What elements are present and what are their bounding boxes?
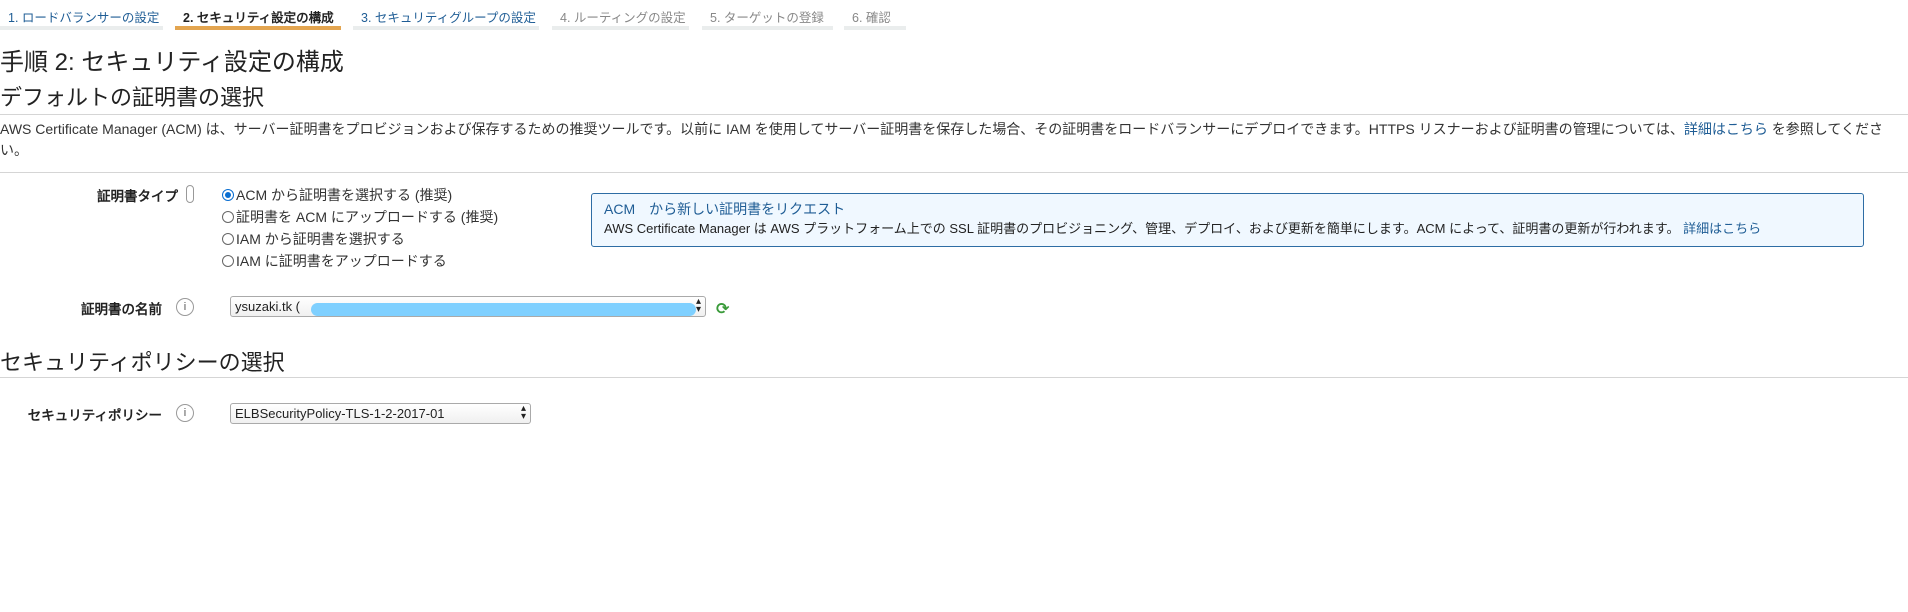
request-cert-link[interactable]: ACM から新しい証明書をリクエスト: [604, 199, 1851, 219]
select-value: ysuzaki.tk (: [235, 299, 301, 314]
radio-label: ACM から証明書を選択する (推奨): [236, 187, 453, 203]
tab-step-5: 5. ターゲットの登録: [702, 0, 833, 30]
radio-acm-upload[interactable]: 証明書を ACM にアップロードする (推奨): [222, 207, 498, 227]
page-title: 手順 2: セキュリティ設定の構成: [0, 49, 344, 76]
info-learn-more-link[interactable]: 詳細はこちら: [1683, 221, 1761, 236]
radio-button[interactable]: [222, 189, 234, 201]
redaction-mark: [311, 303, 696, 316]
refresh-icon[interactable]: ⟳: [716, 299, 729, 319]
tab-step-6: 6. 確認: [844, 0, 906, 30]
info-box-text: AWS Certificate Manager は AWS プラットフォーム上で…: [604, 219, 1851, 239]
radio-label: IAM から証明書を選択する: [236, 231, 405, 247]
desc-text: AWS Certificate Manager (ACM) は、サーバー証明書を…: [0, 121, 1684, 137]
info-icon[interactable]: i: [176, 404, 194, 422]
radio-acm-select[interactable]: ACM から証明書を選択する (推奨): [222, 185, 452, 205]
radio-button[interactable]: [222, 233, 234, 245]
tab-step-4: 4. ルーティングの設定: [552, 0, 689, 30]
tab-step-2[interactable]: 2. セキュリティ設定の構成: [175, 0, 341, 30]
info-text: AWS Certificate Manager は AWS プラットフォーム上で…: [604, 221, 1680, 236]
radio-label: 証明書を ACM にアップロードする (推奨): [236, 209, 499, 225]
cert-name-label: 証明書の名前: [81, 302, 162, 317]
cert-type-label: 証明書タイプ: [97, 189, 178, 204]
acm-request-info-box: ACM から新しい証明書をリクエスト AWS Certificate Manag…: [591, 193, 1864, 247]
divider: [0, 377, 1908, 378]
security-policy-select[interactable]: ELBSecurityPolicy-TLS-1-2-2017-01 ▴ ▾: [230, 403, 531, 424]
divider: [0, 114, 1908, 115]
info-icon[interactable]: [186, 185, 194, 203]
radio-iam-select[interactable]: IAM から証明書を選択する: [222, 229, 405, 249]
cert-description: AWS Certificate Manager (ACM) は、サーバー証明書を…: [0, 119, 1900, 161]
radio-button[interactable]: [222, 255, 234, 267]
info-icon[interactable]: i: [176, 298, 194, 316]
policy-section-heading: セキュリティポリシーの選択: [0, 350, 285, 375]
radio-button[interactable]: [222, 211, 234, 223]
learn-more-link[interactable]: 詳細はこちら: [1684, 121, 1768, 137]
tab-step-3[interactable]: 3. セキュリティグループの設定: [353, 0, 539, 30]
radio-iam-upload[interactable]: IAM に証明書をアップロードする: [222, 251, 447, 271]
security-policy-label: セキュリティポリシー: [27, 408, 162, 423]
divider: [0, 172, 1908, 173]
tab-step-1[interactable]: 1. ロードバランサーの設定: [0, 0, 163, 30]
cert-section-heading: デフォルトの証明書の選択: [0, 85, 265, 110]
select-value: ELBSecurityPolicy-TLS-1-2-2017-01: [235, 406, 445, 421]
chevron-updown-icon: ▴ ▾: [695, 296, 701, 315]
chevron-updown-icon: ▴ ▾: [520, 403, 526, 422]
radio-label: IAM に証明書をアップロードする: [236, 253, 447, 269]
cert-name-select[interactable]: ysuzaki.tk ( ▴ ▾: [230, 296, 706, 317]
